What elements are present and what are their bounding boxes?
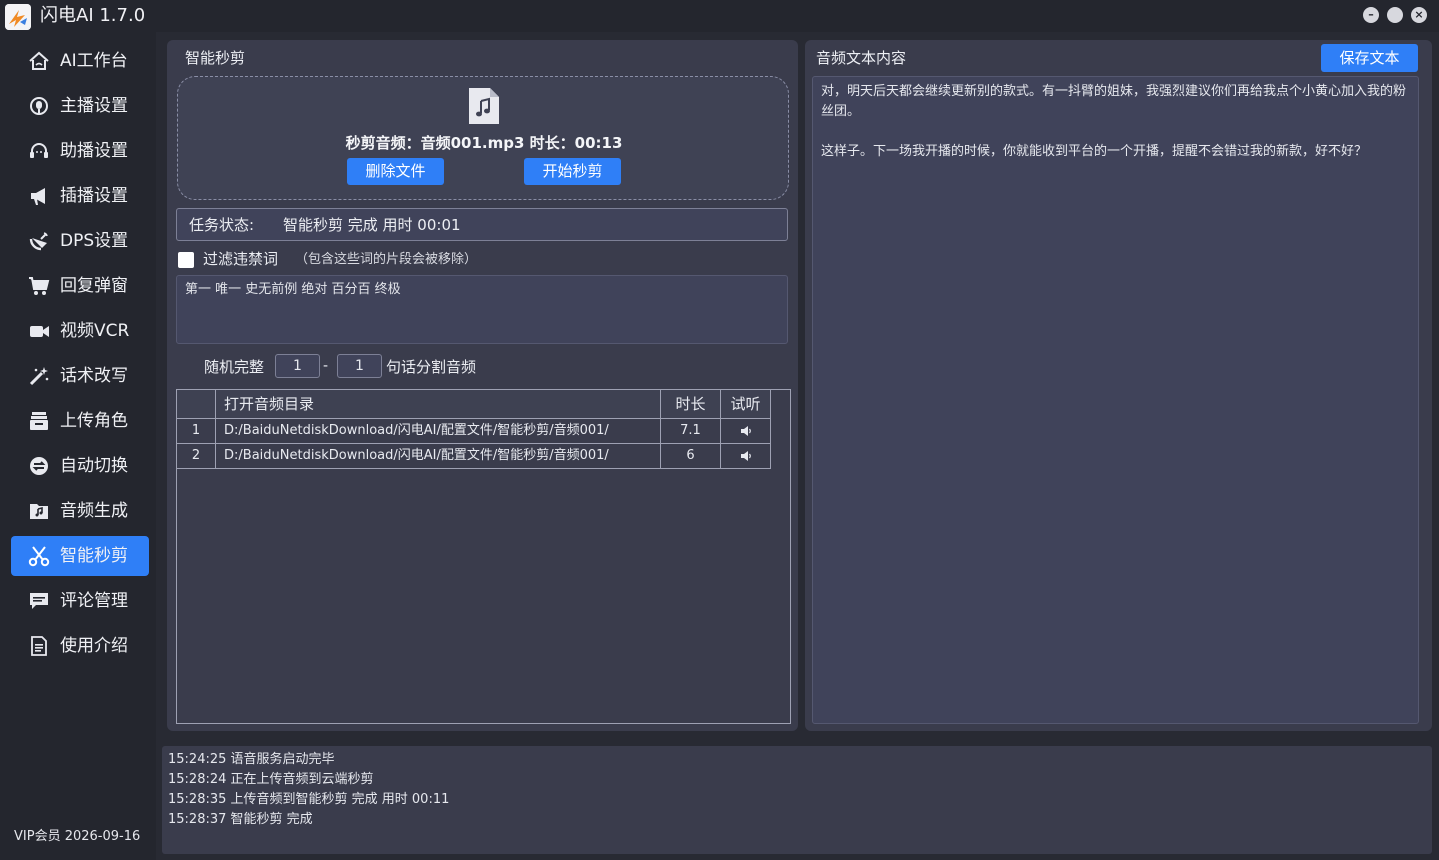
table-row-path[interactable]: D:/BaiduNetdiskDownload/闪电AI/配置文件/智能秒剪/音…: [216, 444, 661, 469]
home-icon: [28, 50, 50, 72]
scissors-icon: [28, 545, 50, 567]
text-paragraph: 这样子。下一场我开播的时候，你就能收到平台的一个开播，提醒不会错过我的新款，好不…: [821, 144, 1368, 159]
sidebar-item-ai-workbench[interactable]: AI工作台: [11, 41, 149, 81]
sidebar-item-label: 使用介绍: [60, 636, 128, 656]
table-row-duration: 6: [661, 444, 721, 469]
sidebar-item-audio-generate[interactable]: 音频生成: [11, 491, 149, 531]
sidebar-item-auto-switch[interactable]: 自动切换: [11, 446, 149, 486]
satellite-icon: [28, 230, 50, 252]
sidebar-item-label: AI工作台: [60, 51, 128, 71]
status-value: 智能秒剪 完成 用时 00:01: [283, 216, 461, 234]
sidebar-item-upload-role[interactable]: 上传角色: [11, 401, 149, 441]
sidebar-item-usage-intro[interactable]: 使用介绍: [11, 626, 149, 666]
delete-file-button[interactable]: 删除文件: [347, 158, 444, 185]
music-folder-icon: [28, 500, 50, 522]
table-row-duration: 7.1: [661, 419, 721, 444]
range-max-input[interactable]: 1: [337, 354, 382, 378]
sidebar-item-dps[interactable]: DPS设置: [11, 221, 149, 261]
sidebar-item-label: 智能秒剪: [60, 546, 128, 566]
comment-icon: [28, 590, 50, 612]
sidebar-item-label: 音频生成: [60, 501, 128, 521]
sidebar: AI工作台 主播设置 助播设置 插播设置 DPS设置 回复弹窗 视频VCR 话术…: [0, 32, 156, 860]
close-icon[interactable]: ×: [1411, 7, 1427, 23]
task-status: 任务状态: 智能秒剪 完成 用时 00:01: [176, 208, 788, 241]
log-line: 15:28:35 上传音频到智能秒剪 完成 用时 00:11: [168, 792, 450, 807]
video-camera-icon: [28, 320, 50, 342]
maximize-icon[interactable]: [1387, 7, 1403, 23]
sidebar-item-label: 上传角色: [60, 411, 128, 431]
table-row-index: 2: [177, 444, 216, 469]
filter-hint: （包含这些词的片段会被移除）: [295, 252, 478, 267]
sidebar-item-insert[interactable]: 插播设置: [11, 176, 149, 216]
table-header-preview: 试听: [721, 390, 771, 419]
magic-wand-icon: [28, 365, 50, 387]
sidebar-item-anchor[interactable]: 主播设置: [11, 86, 149, 126]
sidebar-item-assistant[interactable]: 助播设置: [11, 131, 149, 171]
box-icon: [28, 410, 50, 432]
smart-cut-panel: 智能秒剪 秒剪音频：音频001.mp3 时长：00:13 删除文件 开始秒剪 任…: [167, 40, 798, 731]
sidebar-item-label: 评论管理: [60, 591, 128, 611]
filter-label: 过滤违禁词: [203, 250, 279, 268]
table-row-path[interactable]: D:/BaiduNetdiskDownload/闪电AI/配置文件/智能秒剪/音…: [216, 419, 661, 444]
minimize-icon[interactable]: –: [1363, 7, 1379, 23]
file-info: 秒剪音频：音频001.mp3 时长：00:13: [345, 134, 623, 152]
table-header-duration: 时长: [661, 390, 721, 419]
sidebar-item-smart-cut[interactable]: 智能秒剪: [11, 536, 149, 576]
title-bar: 闪电AI 1.7.0 – ×: [0, 0, 1439, 32]
sidebar-item-label: 话术改写: [60, 366, 128, 386]
switch-icon: [28, 455, 50, 477]
document-icon: [28, 635, 50, 657]
log-line: 15:24:25 语音服务启动完毕: [168, 752, 335, 767]
random-label: 随机完整: [204, 358, 265, 376]
audio-text-editor[interactable]: 对，明天后天都会继续更新别的款式。有一抖臂的姐妹，我强烈建议你们再给我点个小黄心…: [812, 76, 1419, 724]
app-logo-icon: [5, 4, 31, 30]
audio-text-panel: 音频文本内容 保存文本 对，明天后天都会继续更新别的款式。有一抖臂的姐妹，我强烈…: [805, 40, 1432, 731]
panel-title: 智能秒剪: [185, 49, 246, 67]
log-line: 15:28:37 智能秒剪 完成: [168, 812, 313, 827]
sidebar-item-label: 视频VCR: [60, 321, 130, 341]
anchor-icon: [28, 95, 50, 117]
sidebar-item-reply-popup[interactable]: 回复弹窗: [11, 266, 149, 306]
vip-expiry: VIP会员 2026-09-16: [14, 829, 141, 844]
log-line: 15:28:24 正在上传音频到云端秒剪: [168, 772, 374, 787]
audio-drop-zone[interactable]: 秒剪音频：音频001.mp3 时长：00:13 删除文件 开始秒剪: [177, 76, 789, 200]
headset-icon: [28, 140, 50, 162]
filter-banned-words-checkbox[interactable]: [178, 252, 194, 268]
range-min-input[interactable]: 1: [275, 354, 320, 378]
sidebar-item-label: 回复弹窗: [60, 276, 128, 296]
megaphone-icon: [28, 185, 50, 207]
range-separator: -: [323, 358, 329, 374]
speaker-icon[interactable]: [721, 419, 771, 444]
sidebar-item-label: 自动切换: [60, 456, 128, 476]
window-title: 闪电AI 1.7.0: [40, 5, 146, 26]
sidebar-item-label: 助播设置: [60, 141, 128, 161]
audio-file-icon: [469, 88, 499, 124]
table-header-index: [177, 390, 216, 419]
sidebar-item-label: 主播设置: [60, 96, 128, 116]
log-console: 15:24:25 语音服务启动完毕 15:28:24 正在上传音频到云端秒剪 1…: [162, 746, 1432, 854]
panel-title: 音频文本内容: [816, 49, 907, 67]
speaker-icon[interactable]: [721, 444, 771, 469]
start-cut-button[interactable]: 开始秒剪: [524, 158, 621, 185]
sidebar-item-label: 插播设置: [60, 186, 128, 206]
table-header-open-dir[interactable]: 打开音频目录: [216, 390, 661, 419]
sidebar-item-script-rewrite[interactable]: 话术改写: [11, 356, 149, 396]
banned-words-text: 第一 唯一 史无前例 绝对 百分百 终极: [185, 282, 401, 297]
banned-words-input[interactable]: 第一 唯一 史无前例 绝对 百分百 终极: [176, 275, 788, 344]
status-label: 任务状态:: [189, 216, 255, 234]
audio-table: 打开音频目录 时长 试听 1 D:/BaiduNetdiskDownload/闪…: [176, 389, 791, 724]
sidebar-item-comment-manage[interactable]: 评论管理: [11, 581, 149, 621]
split-label: 句话分割音频: [386, 358, 477, 376]
sidebar-item-label: DPS设置: [60, 231, 129, 251]
save-text-button[interactable]: 保存文本: [1321, 44, 1418, 72]
cart-icon: [28, 275, 50, 297]
sidebar-item-video-vcr[interactable]: 视频VCR: [11, 311, 149, 351]
text-paragraph: 对，明天后天都会继续更新别的款式。有一抖臂的姐妹，我强烈建议你们再给我点个小黄心…: [821, 84, 1407, 119]
table-row-index: 1: [177, 419, 216, 444]
